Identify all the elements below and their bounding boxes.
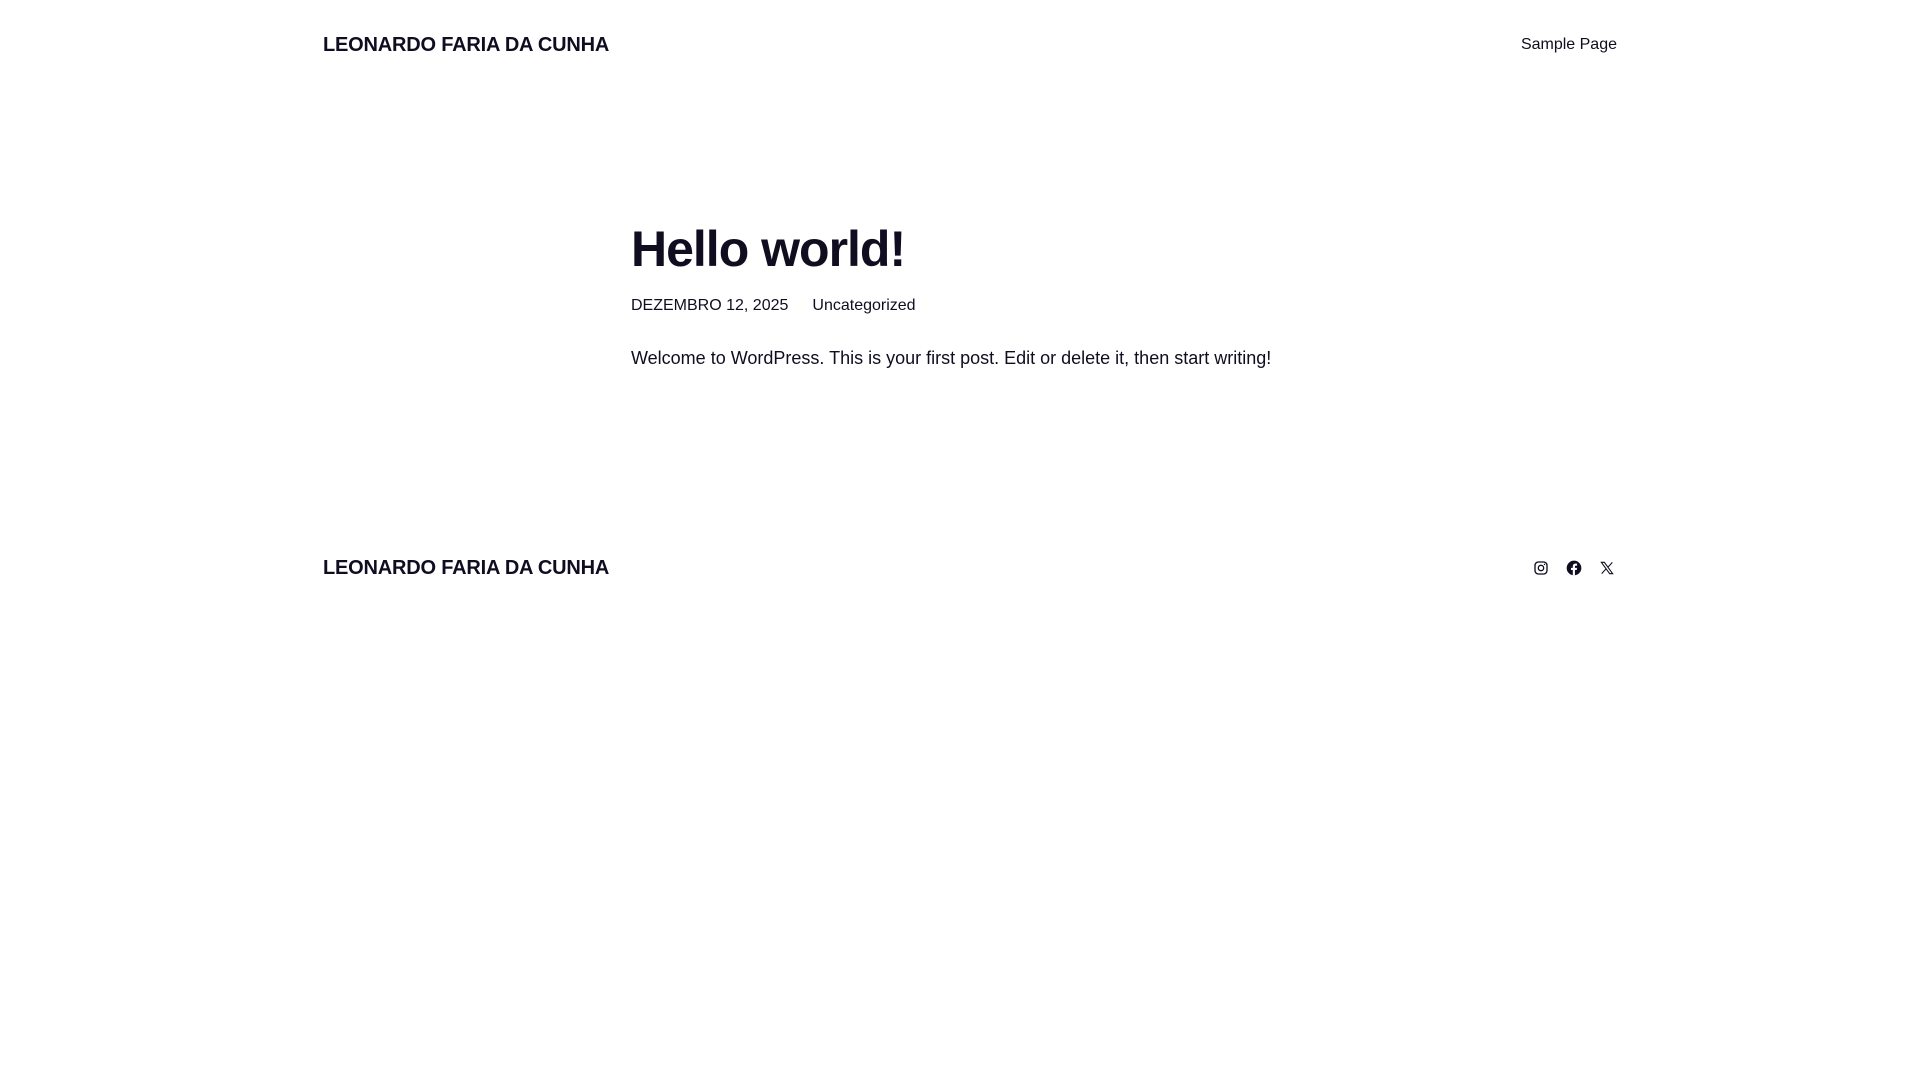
- post-content: Welcome to WordPress. This is your first…: [631, 348, 1272, 368]
- social-links: [1531, 558, 1617, 578]
- main-navigation: Sample Page: [1521, 36, 1617, 54]
- post-category-link[interactable]: Uncategorized: [812, 297, 915, 315]
- site-footer: LEONARDO FARIA DA CUNHA: [323, 546, 1617, 590]
- facebook-link[interactable]: [1564, 558, 1584, 578]
- facebook-icon: [1566, 560, 1582, 576]
- x-icon: [1600, 561, 1614, 575]
- footer-site-title-link[interactable]: LEONARDO FARIA DA CUNHA: [323, 557, 609, 580]
- x-link[interactable]: [1597, 558, 1617, 578]
- site-header: LEONARDO FARIA DA CUNHA Sample Page: [323, 0, 1617, 90]
- nav-item-sample-page[interactable]: Sample Page: [1521, 36, 1617, 53]
- post-date: DEZEMBRO 12, 2025: [631, 297, 789, 314]
- post-article: Hello world! DEZEMBRO 12, 2025 Uncategor…: [631, 222, 1331, 389]
- instagram-link[interactable]: [1531, 558, 1551, 578]
- page: LEONARDO FARIA DA CUNHA Sample Page Hell…: [0, 0, 1920, 1080]
- instagram-icon: [1534, 561, 1548, 575]
- site-title-link[interactable]: LEONARDO FARIA DA CUNHA: [323, 34, 609, 57]
- post-title: Hello world!: [631, 221, 906, 277]
- post-meta: DEZEMBRO 12, 2025 Uncategorized: [631, 297, 1331, 315]
